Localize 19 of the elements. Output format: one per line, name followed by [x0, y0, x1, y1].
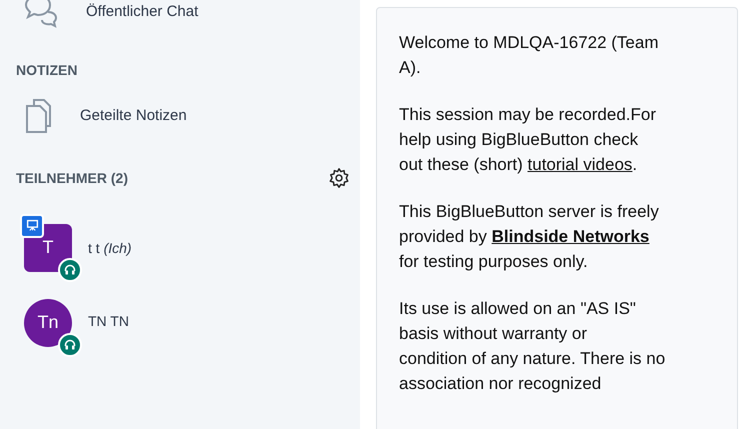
welcome-paragraph: This BigBlueButton server is freely provided by Blindside Networks for testing purposes only. [399, 201, 660, 273]
settings-icon[interactable] [328, 167, 350, 189]
participant-row[interactable]: T t t (Ich) [0, 210, 360, 285]
presentation-icon [26, 219, 38, 232]
text-link[interactable]: tutorial videos [528, 155, 632, 174]
welcome-paragraph: Welcome to MDLQA-16722 (Team A). [399, 32, 660, 79]
text-link[interactable]: Blindside Networks [492, 227, 650, 246]
welcome-paragraph: This session may be recorded.For help using BigBlueButton check out these (short) tutorial videos. [399, 104, 657, 176]
participants-section-heading: TEILNEHMER (2) [16, 170, 128, 186]
welcome-paragraph: Its use is allowed on an "AS IS" basis without warranty or condition of any nature. There is no association nor recognized [399, 298, 666, 395]
headset-icon [64, 264, 76, 276]
participant-row[interactable]: Tn TN TN [0, 285, 360, 360]
notes-section-heading: NOTIZEN [16, 62, 78, 78]
headset-icon [64, 338, 76, 350]
user-name[interactable]: TN TN [88, 312, 129, 328]
user-name[interactable]: t t (Ich) [88, 240, 132, 256]
user-avatar[interactable]: Tn [24, 298, 72, 346]
shared-notes-item[interactable]: Geteilte Notizen [0, 84, 360, 146]
public-chat-item[interactable]: Öffentlicher Chat [0, 0, 360, 26]
